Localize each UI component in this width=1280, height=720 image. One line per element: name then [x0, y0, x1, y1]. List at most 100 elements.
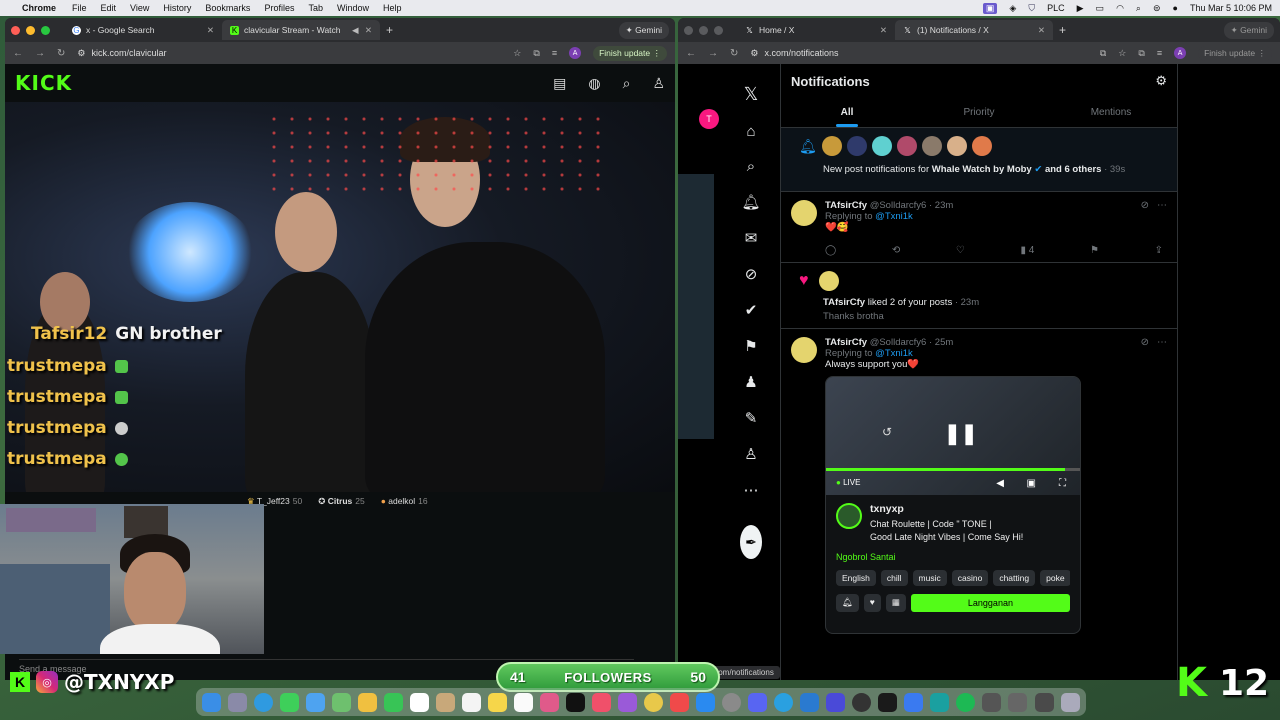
grok-icon[interactable]: ⊘: [740, 265, 762, 283]
news-icon[interactable]: [670, 692, 690, 712]
facetime-icon[interactable]: [384, 692, 404, 712]
menu-tab[interactable]: Tab: [308, 3, 323, 13]
tab-priority[interactable]: Priority: [913, 98, 1045, 127]
subscribe-button[interactable]: Langganan: [910, 594, 1070, 612]
speaker-icon[interactable]: ◀: [352, 25, 359, 36]
tab-x-home[interactable]: 𝕏 Home / X ✕: [737, 20, 895, 40]
forward-icon[interactable]: →: [35, 48, 45, 59]
tag-chip[interactable]: chill: [880, 570, 908, 586]
new-tab-button[interactable]: +: [1059, 23, 1066, 37]
reply-post[interactable]: TAfsirCfy @Solldarcfy6 · 25m Replying to…: [781, 329, 1177, 640]
share-icon[interactable]: ⇪: [1155, 245, 1163, 256]
discord-icon[interactable]: [748, 692, 768, 712]
grok-explain-icon[interactable]: ⊘: [1141, 337, 1149, 348]
avatar[interactable]: [971, 136, 992, 156]
obs-icon[interactable]: [852, 692, 872, 712]
account-avatar[interactable]: T: [699, 109, 719, 129]
tab-google-search[interactable]: G x - Google Search ✕: [64, 20, 222, 40]
cast-icon[interactable]: ⧉: [533, 48, 539, 59]
tag-chip[interactable]: chatting: [993, 570, 1036, 586]
close-tab-icon[interactable]: ✕: [365, 25, 372, 36]
profile-avatar[interactable]: A: [569, 47, 582, 59]
forward-icon[interactable]: →: [708, 48, 718, 59]
messages-icon[interactable]: ✉: [740, 229, 762, 247]
bookmarks-icon[interactable]: ⚑: [740, 337, 762, 355]
tv-icon[interactable]: [566, 692, 586, 712]
menu-profiles[interactable]: Profiles: [264, 3, 294, 13]
embedded-video[interactable]: ↺ ❚❚ ● LIVE ◀ ▣ ⛶: [826, 377, 1080, 495]
wifi-icon[interactable]: ◠: [1116, 3, 1124, 14]
follow-heart-icon[interactable]: ♥: [863, 594, 881, 612]
trash-icon[interactable]: [1060, 692, 1080, 712]
tag-chip[interactable]: poke: [1040, 570, 1070, 586]
music-icon[interactable]: [592, 692, 612, 712]
app-icon[interactable]: [904, 692, 924, 712]
menu-help[interactable]: Help: [383, 3, 402, 13]
bookmark-icon[interactable]: ⚑: [1090, 245, 1099, 256]
search-icon[interactable]: ⌕: [623, 75, 631, 92]
close-tab-icon[interactable]: ✕: [1038, 25, 1045, 36]
globe-icon[interactable]: ◍: [588, 75, 600, 92]
vpn-icon[interactable]: ◈: [1009, 3, 1016, 14]
user-icon[interactable]: ♙: [652, 75, 665, 92]
menu-window[interactable]: Window: [337, 3, 369, 13]
communities-icon[interactable]: ♟: [740, 373, 762, 391]
bookmark-star-icon[interactable]: ☆: [1118, 48, 1126, 59]
telegram-icon[interactable]: [774, 692, 794, 712]
search-icon[interactable]: ⌕: [740, 158, 762, 175]
control-center-icon[interactable]: ⊜: [1153, 3, 1161, 14]
gemini-button[interactable]: ✦ Gemini: [618, 21, 669, 39]
plc-label[interactable]: PLC: [1047, 3, 1065, 13]
tab-kick-stream[interactable]: K clavicular Stream - Watch ◀ ✕: [222, 20, 380, 40]
repost-icon[interactable]: ⟲: [892, 245, 900, 256]
install-app-icon[interactable]: ⧉: [1100, 48, 1106, 59]
minimize-window-button[interactable]: [26, 25, 35, 35]
app-icon[interactable]: [826, 692, 846, 712]
like-icon[interactable]: ♡: [956, 245, 965, 256]
tab-x-notifications[interactable]: 𝕏 (1) Notifications / X ✕: [895, 20, 1053, 40]
messages-icon[interactable]: [280, 692, 300, 712]
calendar-date-icon[interactable]: [514, 692, 534, 712]
post-author[interactable]: TAfsirCfy: [825, 200, 867, 211]
avatar[interactable]: [821, 136, 842, 156]
post-more-icon[interactable]: ⋯: [1157, 200, 1167, 211]
compose-post-button[interactable]: ✒: [740, 525, 762, 559]
reply-post[interactable]: TAfsirCfy @Solldarcfy6 · 23m Replying to…: [781, 192, 1177, 263]
embedded-media[interactable]: ↺ ❚❚ ● LIVE ◀ ▣ ⛶ txnyxp Chat Roulette |…: [825, 376, 1081, 634]
notif-account[interactable]: Whale Watch by Moby: [932, 164, 1032, 175]
post-avatar[interactable]: [791, 200, 817, 226]
search-icon[interactable]: ⌕: [1136, 3, 1141, 14]
notify-icon[interactable]: 🔔︎: [836, 594, 859, 612]
photos-icon[interactable]: [358, 692, 378, 712]
pause-icon[interactable]: ❚❚: [944, 421, 978, 446]
url-field[interactable]: x.com/notifications: [764, 48, 1099, 58]
app-icon[interactable]: [878, 692, 898, 712]
post-more-icon[interactable]: ⋯: [1157, 337, 1167, 348]
x-logo-icon[interactable]: 𝕏: [740, 84, 762, 105]
menu-file[interactable]: File: [72, 3, 87, 13]
close-window-button[interactable]: [684, 25, 693, 35]
minimize-window-button[interactable]: [699, 25, 708, 35]
verified-icon[interactable]: ✔: [740, 301, 762, 319]
close-window-button[interactable]: [11, 25, 20, 35]
podcasts-icon[interactable]: [618, 692, 638, 712]
app-icon[interactable]: [540, 692, 560, 712]
calendar-icon[interactable]: [410, 692, 430, 712]
avatar[interactable]: [921, 136, 942, 156]
avatar[interactable]: [946, 136, 967, 156]
tag-chip[interactable]: English: [836, 570, 876, 586]
menu-edit[interactable]: Edit: [101, 3, 117, 13]
launchpad-icon[interactable]: [228, 692, 248, 712]
system-settings-icon[interactable]: [722, 692, 742, 712]
avatar[interactable]: [896, 136, 917, 156]
gift-icon[interactable]: ▦: [885, 594, 906, 612]
app-store-icon[interactable]: [696, 692, 716, 712]
home-icon[interactable]: ⌂: [740, 123, 762, 140]
extensions-icon[interactable]: ≡: [1157, 48, 1162, 58]
grok-explain-icon[interactable]: ⊘: [1141, 200, 1149, 211]
back-icon[interactable]: ←: [13, 48, 23, 59]
more-icon[interactable]: ⋯: [740, 481, 762, 499]
fullscreen-icon[interactable]: ⛶: [1059, 478, 1066, 489]
back-icon[interactable]: ←: [686, 48, 696, 59]
volume-icon[interactable]: ◀: [996, 478, 1004, 489]
